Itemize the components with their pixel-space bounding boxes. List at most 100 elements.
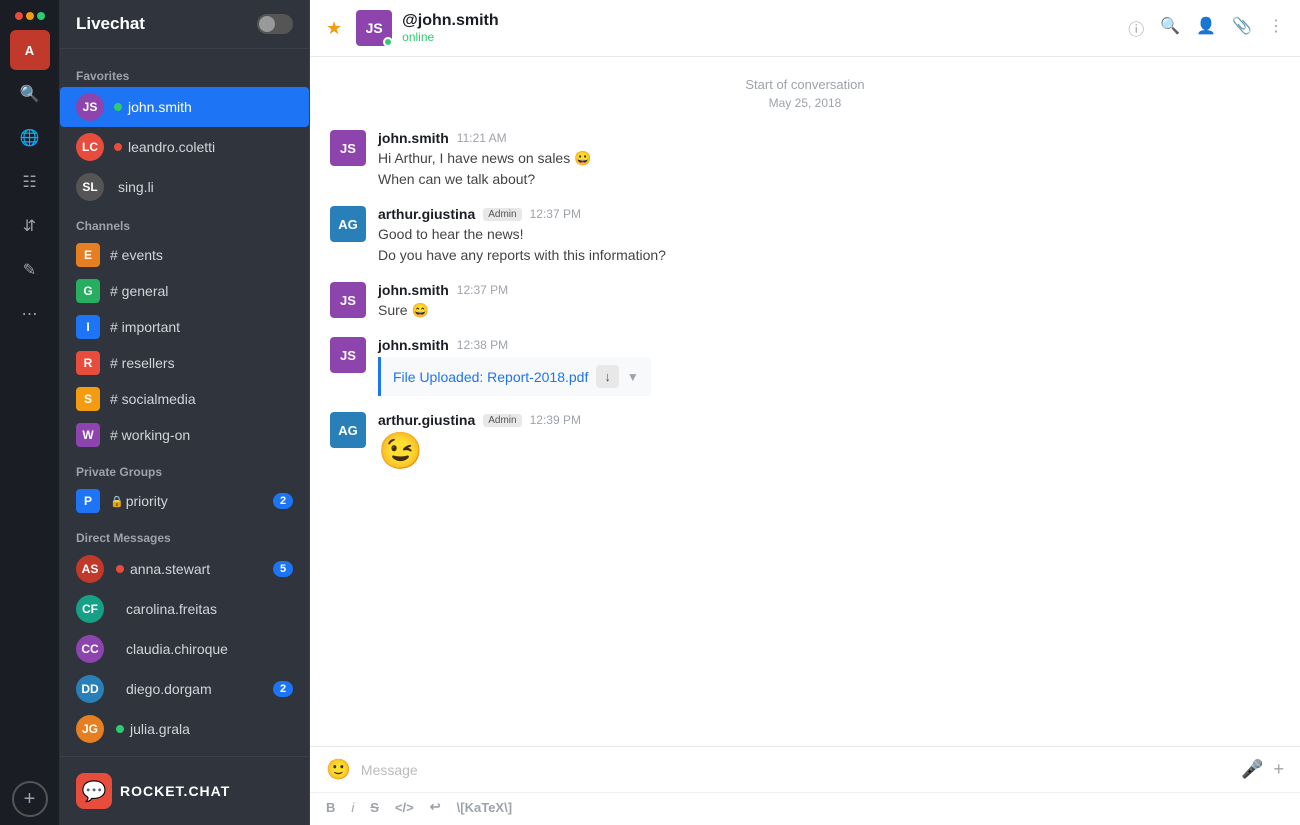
julia-grala-avatar: JG <box>76 715 104 743</box>
msg5-author: arthur.giustina <box>378 412 475 428</box>
members-icon[interactable]: 👤 <box>1196 16 1216 40</box>
message-4: JS john.smith 12:38 PM File Uploaded: Re… <box>330 337 1280 396</box>
sidebar-item-socialmedia[interactable]: S # socialmedia <box>60 381 309 417</box>
msg3-author: john.smith <box>378 282 449 298</box>
globe-icon[interactable]: 🌐 <box>10 118 50 158</box>
sidebar-item-diego-dorgam[interactable]: DD diego.dorgam 2 <box>60 669 309 709</box>
message-input-area: 🙂 🎤 + B i S </> ↩ \[KaTeX\] <box>310 746 1300 825</box>
working-on-label: # working-on <box>110 427 293 443</box>
layout-icon[interactable]: ☷ <box>10 162 50 202</box>
carolina-freitas-avatar: CF <box>76 595 104 623</box>
msg2-text1: Good to hear the news! <box>378 224 1280 245</box>
messages-container: Start of conversation May 25, 2018 JS jo… <box>310 57 1300 746</box>
sidebar-item-priority[interactable]: P 🔒 priority 2 <box>60 483 309 519</box>
livechat-toggle[interactable] <box>257 14 293 34</box>
microphone-icon[interactable]: 🎤 <box>1241 759 1263 780</box>
msg5-admin-badge: Admin <box>483 414 521 427</box>
julia-grala-status-dot <box>116 725 124 733</box>
sidebar-item-leandro-coletti[interactable]: LC leandro.coletti <box>60 127 309 167</box>
sidebar-item-anna-stewart[interactable]: AS anna.stewart 5 <box>60 549 309 589</box>
chat-header: ★ JS @john.smith online ⓘ 🔍 👤 📎 ⋮ <box>310 0 1300 57</box>
events-channel-icon: E <box>76 243 100 267</box>
sidebar-item-claudia-chiroque[interactable]: CC claudia.chiroque <box>60 629 309 669</box>
code-format-button[interactable]: </> <box>395 800 414 815</box>
sidebar-item-julia-grala[interactable]: JG julia.grala <box>60 709 309 749</box>
sing-li-avatar: SL <box>76 173 104 201</box>
msg5-emoji: 😉 <box>378 430 1280 472</box>
msg4-author: john.smith <box>378 337 449 353</box>
search-icon[interactable]: 🔍 <box>10 74 50 114</box>
sidebar-item-general[interactable]: G # general <box>60 273 309 309</box>
sidebar-item-resellers[interactable]: R # resellers <box>60 345 309 381</box>
user-avatar-icon[interactable]: A <box>10 30 50 70</box>
john-smith-avatar: JS <box>76 93 104 121</box>
channels-section-title: Channels <box>60 207 309 237</box>
important-label: # important <box>110 319 293 335</box>
quote-format-button[interactable]: ↩ <box>430 799 441 815</box>
general-label: # general <box>110 283 293 299</box>
sing-li-label: sing.li <box>118 179 293 195</box>
diego-dorgam-badge: 2 <box>273 681 293 697</box>
message-3: JS john.smith 12:37 PM Sure 😄 <box>330 282 1280 321</box>
important-channel-icon: I <box>76 315 100 339</box>
sidebar-item-john-smith[interactable]: JS john.smith <box>60 87 309 127</box>
msg3-avatar: JS <box>330 282 366 318</box>
message-input[interactable] <box>361 762 1231 778</box>
header-online-indicator <box>383 37 393 47</box>
priority-badge: 2 <box>273 493 293 509</box>
msg1-time: 11:21 AM <box>457 131 507 145</box>
file-upload-attachment: File Uploaded: Report-2018.pdf ↓ ▼ <box>378 357 651 396</box>
msg5-content: arthur.giustina Admin 12:39 PM 😉 <box>378 412 1280 472</box>
msg3-content: john.smith 12:37 PM Sure 😄 <box>378 282 1280 321</box>
main-sidebar: Livechat Favorites JS john.smith LC lean… <box>60 0 310 825</box>
katex-format-button[interactable]: \[KaTeX\] <box>457 800 512 815</box>
emoji-picker-button[interactable]: 🙂 <box>326 757 351 782</box>
msg5-avatar: AG <box>330 412 366 448</box>
strikethrough-format-button[interactable]: S <box>370 800 379 815</box>
msg1-avatar: JS <box>330 130 366 166</box>
compose-icon[interactable]: ✎ <box>10 250 50 290</box>
sort-icon[interactable]: ⇵ <box>10 206 50 246</box>
kebab-menu-icon[interactable]: ⋮ <box>1268 16 1284 40</box>
sidebar-item-events[interactable]: E # events <box>60 237 309 273</box>
add-message-button[interactable]: + <box>1273 759 1284 780</box>
window-maximize-dot[interactable] <box>37 12 45 20</box>
star-icon[interactable]: ★ <box>326 18 342 39</box>
john-smith-label: john.smith <box>128 99 293 115</box>
anna-stewart-status-dot <box>116 565 124 573</box>
sidebar-item-working-on[interactable]: W # working-on <box>60 417 309 453</box>
julia-grala-label: julia.grala <box>130 721 293 737</box>
bold-format-button[interactable]: B <box>326 800 335 815</box>
more-icon[interactable]: ⋯ <box>10 294 50 334</box>
msg2-text2: Do you have any reports with this inform… <box>378 245 1280 266</box>
window-close-dot[interactable] <box>15 12 23 20</box>
sidebar-item-carolina-freitas[interactable]: CF carolina.freitas <box>60 589 309 629</box>
window-minimize-dot[interactable] <box>26 12 34 20</box>
rocket-chat-icon: 💬 <box>76 773 112 809</box>
attach-icon[interactable]: 📎 <box>1232 16 1252 40</box>
msg2-header: arthur.giustina Admin 12:37 PM <box>378 206 1280 222</box>
diego-dorgam-avatar: DD <box>76 675 104 703</box>
file-dropdown-arrow[interactable]: ▼ <box>627 370 639 384</box>
msg2-avatar: AG <box>330 206 366 242</box>
italic-format-button[interactable]: i <box>351 800 354 815</box>
sidebar-item-important[interactable]: I # important <box>60 309 309 345</box>
conversation-start-label: Start of conversation <box>330 77 1280 92</box>
sidebar-item-sing-li[interactable]: SL sing.li <box>60 167 309 207</box>
resellers-channel-icon: R <box>76 351 100 375</box>
message-2: AG arthur.giustina Admin 12:37 PM Good t… <box>330 206 1280 266</box>
working-on-channel-icon: W <box>76 423 100 447</box>
msg4-header: john.smith 12:38 PM <box>378 337 1280 353</box>
rocket-chat-text: ROCKET.CHAT <box>120 783 230 799</box>
sidebar-header: Livechat <box>60 0 309 49</box>
download-button[interactable]: ↓ <box>596 365 619 388</box>
add-button[interactable]: + <box>12 781 48 817</box>
search-messages-icon[interactable]: 🔍 <box>1160 16 1180 40</box>
header-username: @john.smith <box>402 12 1118 30</box>
priority-label: priority <box>126 493 273 509</box>
info-icon[interactable]: ⓘ <box>1128 16 1144 40</box>
msg1-text2: When can we talk about? <box>378 169 1280 190</box>
main-chat-area: ★ JS @john.smith online ⓘ 🔍 👤 📎 ⋮ Start … <box>310 0 1300 825</box>
msg3-header: john.smith 12:37 PM <box>378 282 1280 298</box>
msg1-header: john.smith 11:21 AM <box>378 130 1280 146</box>
